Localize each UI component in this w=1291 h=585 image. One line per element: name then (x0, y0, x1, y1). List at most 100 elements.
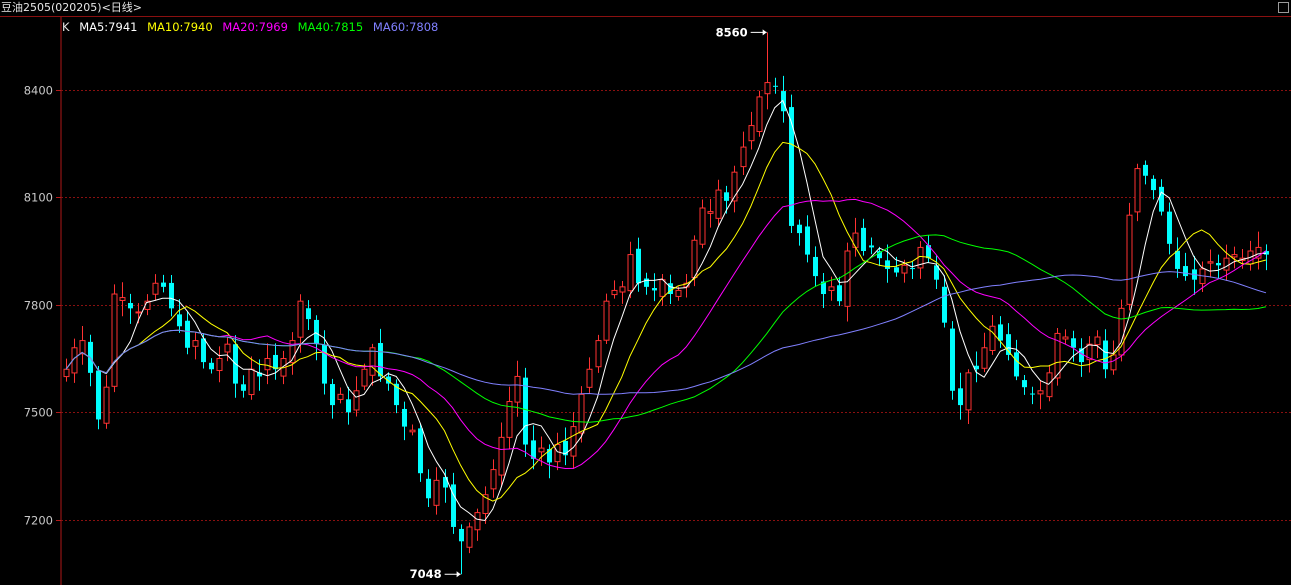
candle (1151, 175, 1156, 200)
candle-body-up (264, 358, 271, 371)
candle-body-down (443, 476, 448, 488)
candle-body-down (861, 227, 866, 252)
candle-body-up (659, 279, 666, 297)
candle (1094, 330, 1101, 359)
candle-body-up (586, 368, 593, 388)
candle (378, 328, 383, 382)
candle-body-down (1151, 178, 1156, 191)
candle (773, 77, 778, 94)
candles (63, 32, 1269, 575)
candle (1079, 338, 1084, 377)
ma-line-ma20 (65, 198, 1267, 470)
candle (1143, 160, 1148, 185)
candle (1022, 374, 1027, 395)
candle-body-down (201, 338, 206, 363)
candle (644, 272, 649, 295)
candle-body-up (1046, 372, 1053, 398)
candle-body-down (1167, 211, 1172, 244)
max-price-label: 8560 (716, 25, 748, 39)
candle-body-down (96, 370, 101, 420)
candle-body-up (248, 368, 255, 396)
candle (1110, 340, 1117, 375)
candle-body-down (241, 384, 246, 391)
candle (161, 274, 166, 293)
y-tick-label: 7800 (24, 299, 53, 313)
candle (523, 367, 528, 457)
candle (1167, 202, 1172, 255)
candle-body-up (103, 386, 110, 424)
candle (1134, 163, 1141, 222)
candle-body-down (523, 377, 528, 445)
candle (185, 311, 190, 355)
candle (821, 273, 826, 308)
candlestick-chart[interactable]: 7200 7500 7800 8100 8400 8560 7048 (0, 0, 1291, 585)
candle-body-up (554, 444, 561, 463)
candle-body-down (346, 399, 351, 413)
candle-body-up (844, 250, 851, 307)
candle-body-down (950, 328, 955, 391)
ma-line-ma60 (65, 271, 1267, 395)
candle (595, 334, 602, 373)
candle-body-down (789, 107, 794, 226)
candle (764, 32, 771, 110)
candle-body-up (981, 347, 988, 369)
candle (731, 165, 738, 213)
candle-body-down (1022, 380, 1027, 388)
candle (578, 386, 585, 443)
candle (1159, 179, 1164, 216)
candle-body-up (578, 393, 585, 434)
candle-body-up (79, 340, 86, 355)
candle (128, 293, 133, 324)
candle-body-down (1216, 262, 1221, 266)
candle-body-down (837, 285, 842, 302)
candle (1247, 240, 1254, 271)
candle-body-up (748, 125, 755, 142)
candle (699, 199, 706, 249)
candle (322, 330, 327, 395)
candle (715, 179, 722, 226)
candle-body-up (627, 254, 634, 292)
candle-body-down (910, 268, 915, 270)
candle (1255, 231, 1262, 270)
candle-body-down (805, 226, 810, 255)
candle-body-up (111, 293, 118, 387)
candle (910, 261, 915, 280)
candle (981, 332, 988, 373)
candle-body-up (1126, 214, 1133, 305)
candle-body-down (894, 267, 899, 273)
candle (683, 273, 690, 298)
candle (627, 241, 634, 299)
candle-body-up (135, 311, 142, 314)
candle-body-down (1071, 338, 1076, 348)
candle (426, 469, 431, 508)
candle-body-down (459, 528, 464, 542)
candle-body-down (209, 362, 214, 370)
candle (402, 401, 407, 441)
candle (152, 274, 159, 301)
candle-body-up (369, 347, 376, 376)
candle (813, 246, 818, 287)
candle-body-up (1231, 254, 1238, 258)
candle (1126, 202, 1133, 311)
candle (192, 331, 199, 360)
candle (974, 351, 979, 383)
candle (264, 343, 271, 385)
candle (216, 346, 223, 383)
moving-averages (65, 99, 1267, 522)
min-price-label: 7048 (410, 567, 442, 581)
candle (418, 423, 423, 482)
candle-body-up (361, 368, 368, 387)
candle-body-up (337, 393, 344, 400)
candle-body-up (828, 286, 835, 292)
candle (1086, 336, 1093, 373)
candle (506, 386, 513, 450)
candle (79, 325, 86, 365)
candle-body-down (1030, 393, 1035, 395)
candle-body-down (322, 344, 327, 384)
candle-body-up (63, 368, 70, 378)
candle (1037, 380, 1044, 410)
candle-body-up (740, 146, 747, 168)
candle (459, 524, 464, 575)
candle-body-down (942, 286, 947, 323)
candle-body-up (466, 526, 473, 548)
